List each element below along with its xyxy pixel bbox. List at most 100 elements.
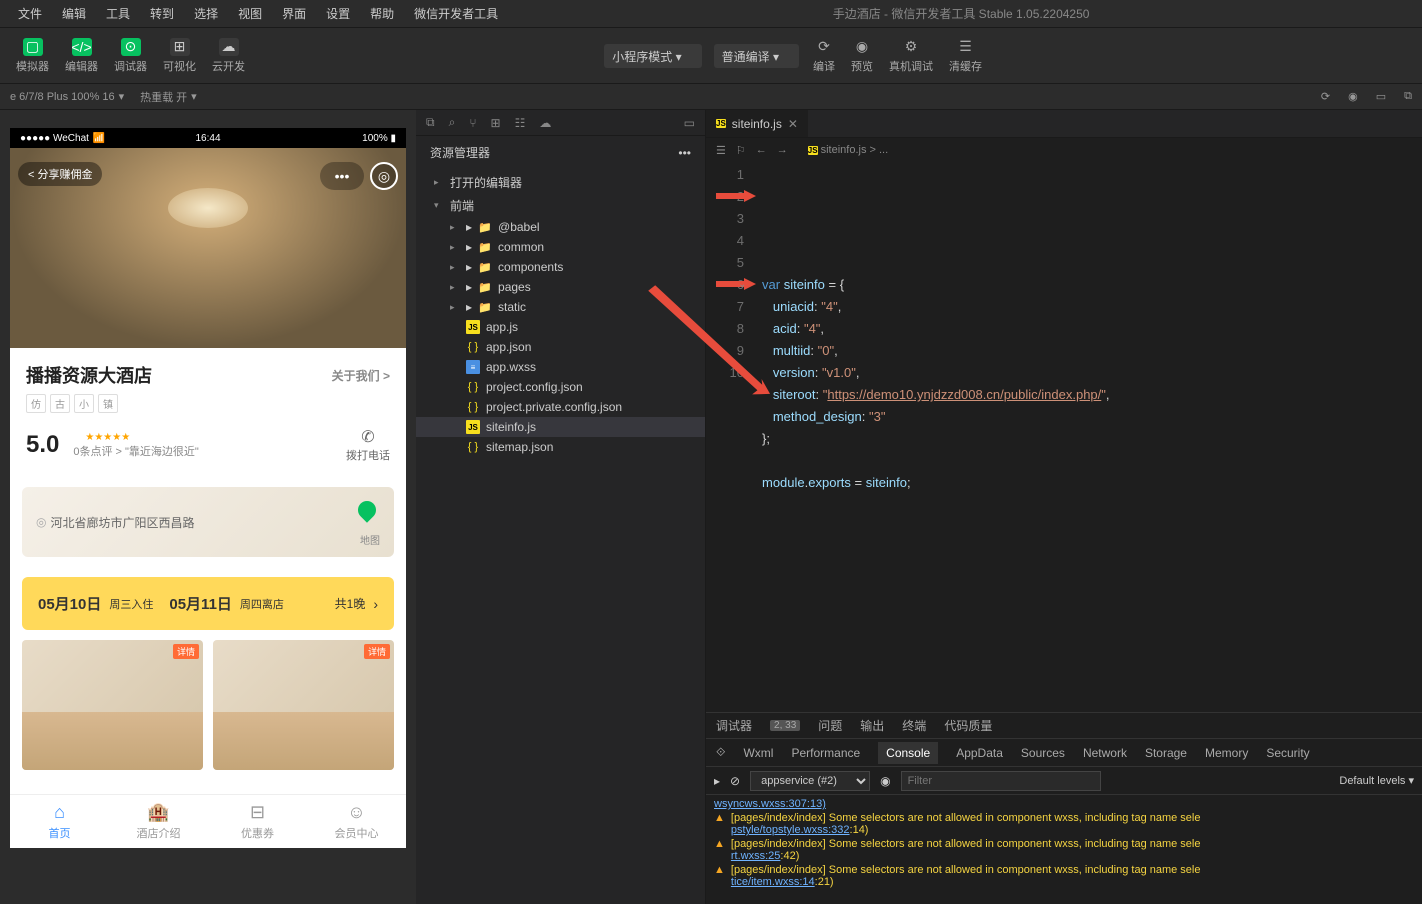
tab-member[interactable]: ☺会员中心 <box>307 795 406 848</box>
address-card[interactable]: ◎ 河北省廊坊市广阳区西昌路 地图 <box>22 487 394 557</box>
preview-button[interactable]: ◉预览 <box>845 34 879 78</box>
share-button[interactable]: < 分享赚佣金 <box>18 162 102 186</box>
dt2-security[interactable]: Security <box>1266 746 1309 760</box>
cloud-button[interactable]: ☁云开发 <box>206 34 251 78</box>
device-info[interactable]: e 6/7/8 Plus 100% 16 <box>10 91 115 103</box>
dt2-network[interactable]: Network <box>1083 746 1127 760</box>
toolbar: ▢模拟器 </>编辑器 ⊙调试器 ⊞可视化 ☁云开发 小程序模式 ▾ 普通编译 … <box>0 28 1422 84</box>
menu-tools[interactable]: 工具 <box>96 5 140 22</box>
editor-button[interactable]: </>编辑器 <box>59 34 104 78</box>
dt-tab-terminal[interactable]: 终端 <box>902 717 926 734</box>
editor-tab-siteinfo[interactable]: JS siteinfo.js ✕ <box>706 110 808 137</box>
about-link[interactable]: 关于我们 > <box>332 367 390 384</box>
editor-tabs: JS siteinfo.js ✕ <box>706 110 1422 138</box>
tree-item-project-private-config-json[interactable]: { } project.private.config.json <box>416 397 705 417</box>
dt-error-badge[interactable]: 2, 33 <box>770 720 800 731</box>
more-icon[interactable]: ••• <box>320 162 364 190</box>
mode-select[interactable]: 小程序模式 ▾ <box>604 44 701 68</box>
extensions-icon[interactable]: ⊞ <box>491 116 501 130</box>
target-icon[interactable]: ◎ <box>370 162 398 190</box>
menu-file[interactable]: 文件 <box>8 5 52 22</box>
refresh-icon: ⟳ <box>814 38 834 56</box>
device-icon[interactable]: ▭ <box>1376 90 1386 103</box>
tab-hotel-intro[interactable]: 🏨酒店介绍 <box>109 795 208 848</box>
dt-tab-output[interactable]: 输出 <box>860 717 884 734</box>
close-icon[interactable]: ✕ <box>788 117 798 131</box>
tab-home[interactable]: ⌂首页 <box>10 795 109 848</box>
tree-item-components[interactable]: ▸▸ 📁 components <box>416 257 705 277</box>
context-select[interactable]: appservice (#2) <box>750 771 870 791</box>
dt2-storage[interactable]: Storage <box>1145 746 1187 760</box>
files-icon[interactable]: ⧉ <box>426 115 435 130</box>
branch-icon[interactable]: ⑂ <box>469 116 476 130</box>
dt2-console[interactable]: Console <box>878 742 938 764</box>
back-icon[interactable]: ← <box>756 144 767 156</box>
tree-open-editors[interactable]: ▸打开的编辑器 <box>416 171 705 194</box>
tree-item-static[interactable]: ▸▸ 📁 static <box>416 297 705 317</box>
date-selector[interactable]: 05月10日周三入住 05月11日周四离店 共1晚› <box>22 577 394 630</box>
compile-button[interactable]: ⟳编译 <box>807 34 841 78</box>
tree-item-app-js[interactable]: JS app.js <box>416 317 705 337</box>
db-icon[interactable]: ☷ <box>515 116 526 130</box>
dt2-sources[interactable]: Sources <box>1021 746 1065 760</box>
tree-item-common[interactable]: ▸▸ 📁 common <box>416 237 705 257</box>
real-debug-button[interactable]: ⚙真机调试 <box>883 34 939 78</box>
tree-root[interactable]: ▾前端 <box>416 194 705 217</box>
menu-view[interactable]: 视图 <box>228 5 272 22</box>
tree-item-pages[interactable]: ▸▸ 📁 pages <box>416 277 705 297</box>
filter-input[interactable] <box>901 771 1101 791</box>
call-button[interactable]: ✆拨打电话 <box>346 427 390 463</box>
refresh-icon[interactable]: ⟳ <box>1321 90 1330 103</box>
room-card-1[interactable]: 详情 <box>22 640 203 770</box>
tree-item-app-wxss[interactable]: ≡ app.wxss <box>416 357 705 377</box>
tree-item-siteinfo-js[interactable]: JS siteinfo.js <box>416 417 705 437</box>
menu-settings[interactable]: 设置 <box>316 5 360 22</box>
tree-item-project-config-json[interactable]: { } project.config.json <box>416 377 705 397</box>
bookmark-icon[interactable]: ⚐ <box>736 144 746 157</box>
dt2-memory[interactable]: Memory <box>1205 746 1248 760</box>
clear-cache-button[interactable]: ☰清缓存 <box>943 34 988 78</box>
record-icon[interactable]: ◉ <box>1348 90 1358 103</box>
dt2-performance[interactable]: Performance <box>791 746 860 760</box>
code-editor[interactable]: 12345678910 ⌄var siteinfo = { uniacid: "… <box>706 162 1422 712</box>
menu-wechat-devtools[interactable]: 微信开发者工具 <box>404 5 508 22</box>
menu-edit[interactable]: 编辑 <box>52 5 96 22</box>
cloud-icon[interactable]: ☁ <box>539 116 551 130</box>
play-icon[interactable]: ▸ <box>714 774 720 788</box>
file-tree: ▸打开的编辑器 ▾前端 ▸▸ 📁 @babel▸▸ 📁 common▸▸ 📁 c… <box>416 169 705 904</box>
phone-statusbar: ●●●●● WeChat📶 16:44 100% ▮ <box>10 128 406 148</box>
dt-tab-debugger[interactable]: 调试器 <box>716 717 752 734</box>
menu-help[interactable]: 帮助 <box>360 5 404 22</box>
clear-console-icon[interactable]: ⊘ <box>730 774 740 788</box>
panel-toggle-icon[interactable]: ▭ <box>684 116 695 130</box>
list-icon[interactable]: ☰ <box>716 144 726 157</box>
cut-icon[interactable]: ⧉ <box>1404 90 1412 103</box>
forward-icon[interactable]: → <box>777 144 788 156</box>
eye-icon[interactable]: ◉ <box>880 774 890 788</box>
room-card-2[interactable]: 详情 <box>213 640 394 770</box>
coupon-icon: ⊟ <box>250 802 265 823</box>
tree-item-@babel[interactable]: ▸▸ 📁 @babel <box>416 217 705 237</box>
inspect-icon[interactable]: ⟐ <box>716 745 725 760</box>
compile-select[interactable]: 普通编译 ▾ <box>714 44 799 68</box>
dt-tab-problems[interactable]: 问题 <box>818 717 842 734</box>
phone-preview[interactable]: ●●●●● WeChat📶 16:44 100% ▮ < 分享赚佣金 ••• ◎… <box>10 128 406 848</box>
review-text[interactable]: 0条点评 > "靠近海边很近" <box>73 443 198 459</box>
dt2-wxml[interactable]: Wxml <box>743 746 773 760</box>
more-icon[interactable]: ••• <box>678 146 691 160</box>
menu-select[interactable]: 选择 <box>184 5 228 22</box>
hot-reload-toggle[interactable]: 热重载 开 <box>140 89 187 105</box>
debugger-button[interactable]: ⊙调试器 <box>108 34 153 78</box>
tree-item-app-json[interactable]: { } app.json <box>416 337 705 357</box>
dt2-appdata[interactable]: AppData <box>956 746 1003 760</box>
tab-coupon[interactable]: ⊟优惠券 <box>208 795 307 848</box>
visual-button[interactable]: ⊞可视化 <box>157 34 202 78</box>
levels-select[interactable]: Default levels ▾ <box>1339 774 1414 787</box>
simulator-button[interactable]: ▢模拟器 <box>10 34 55 78</box>
tree-item-sitemap-json[interactable]: { } sitemap.json <box>416 437 705 457</box>
dt-tab-quality[interactable]: 代码质量 <box>944 717 992 734</box>
search-icon[interactable]: ⌕ <box>449 115 456 130</box>
console-output[interactable]: wsyncws.wxss:307:13)▲[pages/index/index]… <box>706 795 1422 904</box>
menu-goto[interactable]: 转到 <box>140 5 184 22</box>
menu-ui[interactable]: 界面 <box>272 5 316 22</box>
